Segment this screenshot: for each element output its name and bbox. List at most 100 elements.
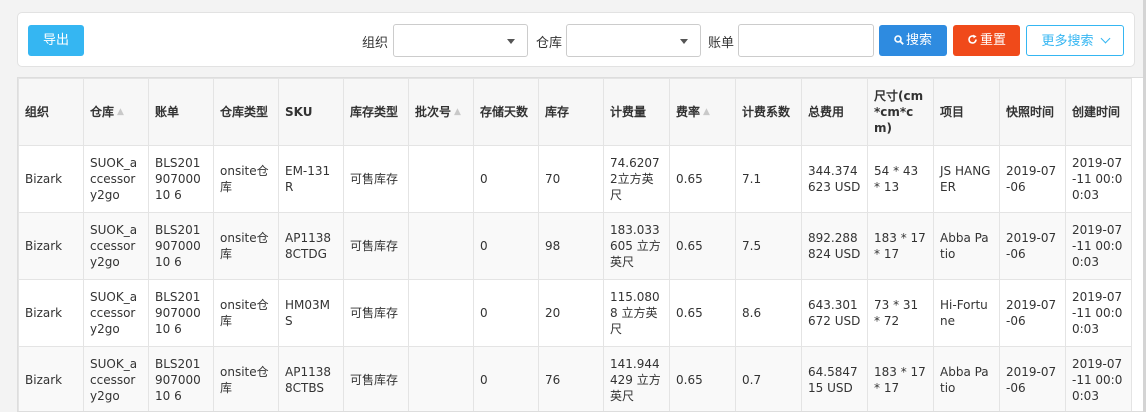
column-header-label: 账单 [155, 105, 180, 119]
table-cell: 可售库存 [343, 212, 409, 280]
column-header: 存储天数 [473, 78, 539, 146]
column-header[interactable]: 费率 ▲ [669, 78, 736, 146]
table-cell [408, 145, 474, 213]
table-cell: 2019-07-06 [999, 145, 1066, 213]
table-cell: 2019-07-06 [999, 212, 1066, 280]
table-cell: onsite仓库 [213, 145, 279, 213]
table-row[interactable]: Bizark SUOK_accessory2go BLS20190700010 6o… [18, 346, 1132, 411]
table-cell: Bizark [18, 145, 84, 213]
table-cell: 0.65 [669, 346, 736, 411]
table-header-row: 组织 仓库 ▲ 账单 仓库类型 SKU 库存类型 批次号 ▲ 存储天数 库存 计费量 费率 ▲ 计费系数 总费… [18, 78, 1132, 146]
more-search-button[interactable]: 更多搜索 [1026, 25, 1124, 56]
chevron-down-icon [507, 39, 515, 44]
filter-toolbar: 导出 组织 仓库 账单 搜索 重置 更多搜索 [17, 12, 1135, 67]
search-button[interactable]: 搜索 [879, 25, 947, 56]
column-header-label: 总费用 [808, 105, 845, 119]
table-cell: 20 [538, 279, 604, 347]
table-cell: AP11388CTBS [278, 346, 344, 411]
table-row[interactable]: Bizark SUOK_accessory2go BLS20190700010 6o… [18, 145, 1132, 213]
table-cell: BLS20190700010 6 [148, 212, 214, 280]
column-header-label: 计费系数 [742, 105, 791, 119]
column-header-label: 计费量 [610, 105, 647, 119]
column-header[interactable]: 仓库 ▲ [83, 78, 149, 146]
column-header: 计费系数 [735, 78, 802, 146]
table-cell: Bizark [18, 212, 84, 280]
table-cell: 8.6 [735, 279, 802, 347]
page: 导出 组织 仓库 账单 搜索 重置 更多搜索 组织 仓库 ▲ 账单 仓库类型 S… [0, 0, 1146, 412]
column-header: 总费用 [801, 78, 868, 146]
table-cell: 64.584715 USD [801, 346, 868, 411]
table-body: Bizark SUOK_accessory2go BLS20190700010 6o… [18, 145, 1132, 411]
export-button[interactable]: 导出 [28, 25, 84, 56]
column-header: 计费量 [603, 78, 670, 146]
table-cell: onsite仓库 [213, 279, 279, 347]
table-cell: onsite仓库 [213, 346, 279, 411]
table-cell: 0.65 [669, 145, 736, 213]
table-cell: 2019-07-06 [999, 346, 1066, 411]
column-header-label: 存储天数 [480, 105, 529, 119]
table-cell: 0.7 [735, 346, 802, 411]
table-cell: 183 * 17 * 17 [867, 212, 934, 280]
column-header-label: 费率 [676, 104, 701, 119]
table-cell: onsite仓库 [213, 212, 279, 280]
table-cell: Hi-Fortune [933, 279, 1000, 347]
column-header: 库存 [538, 78, 604, 146]
table-row[interactable]: Bizark SUOK_accessory2go BLS20190700010 6o… [18, 279, 1132, 347]
table-cell: SUOK_accessory2go [83, 145, 149, 213]
table-cell: 2019-07-11 00:00:03 [1065, 346, 1132, 411]
table-cell: 344.374623 USD [801, 145, 868, 213]
table-cell: HM03MS [278, 279, 344, 347]
table-cell: BLS20190700010 6 [148, 346, 214, 411]
table-cell: 0 [473, 145, 539, 213]
sort-icon[interactable]: ▲ [703, 104, 710, 120]
table-cell: 可售库存 [343, 145, 409, 213]
column-header-label: 尺寸(cm*cm*cm) [874, 89, 924, 135]
table-cell [408, 346, 474, 411]
column-header-label: 创建时间 [1072, 105, 1121, 119]
table-cell: 892.288824 USD [801, 212, 868, 280]
table-cell: 0 [473, 279, 539, 347]
column-header-label: 库存类型 [350, 105, 399, 119]
chevron-down-icon [1100, 33, 1110, 44]
warehouse-select[interactable] [566, 24, 701, 57]
table-cell: 643.301672 USD [801, 279, 868, 347]
table-cell: 0 [473, 212, 539, 280]
sort-icon[interactable]: ▲ [454, 104, 461, 120]
org-select[interactable] [393, 24, 528, 57]
column-header[interactable]: 批次号 ▲ [408, 78, 474, 146]
table-cell: 74.62072立方英尺 [603, 145, 670, 213]
search-button-label: 搜索 [905, 33, 932, 48]
reset-button[interactable]: 重置 [953, 25, 1020, 56]
column-header-label: 批次号 [415, 104, 452, 119]
table-cell [408, 279, 474, 347]
column-header: 创建时间 [1065, 78, 1132, 146]
table-cell: BLS20190700010 6 [148, 279, 214, 347]
table-cell: 2019-07-11 00:00:03 [1065, 212, 1132, 280]
table-cell: 7.1 [735, 145, 802, 213]
table-cell: AP11388CTDG [278, 212, 344, 280]
column-header: 账单 [148, 78, 214, 146]
column-header-label: 项目 [940, 105, 965, 119]
table-row[interactable]: Bizark SUOK_accessory2go BLS20190700010 6o… [18, 212, 1132, 280]
bill-input[interactable] [738, 24, 874, 57]
table-cell: 2019-07-11 00:00:03 [1065, 145, 1132, 213]
org-label: 组织 [362, 36, 389, 51]
table-cell [408, 212, 474, 280]
table-cell: JS HANGER [933, 145, 1000, 213]
table-cell: EM-131R [278, 145, 344, 213]
table-cell: 可售库存 [343, 279, 409, 347]
column-header: SKU [278, 78, 344, 146]
table-cell: 2019-07-06 [999, 279, 1066, 347]
data-table-container: 组织 仓库 ▲ 账单 仓库类型 SKU 库存类型 批次号 ▲ 存储天数 库存 计费量 费率 ▲ 计费系数 总费… [17, 77, 1146, 412]
table-cell: 2019-07-11 00:00:03 [1065, 279, 1132, 347]
table-cell: 0.65 [669, 212, 736, 280]
table-cell: Abba Patio [933, 346, 1000, 411]
column-header: 仓库类型 [213, 78, 279, 146]
column-header: 组织 [18, 78, 84, 146]
column-header: 库存类型 [343, 78, 409, 146]
sort-icon[interactable]: ▲ [117, 104, 124, 120]
reset-button-label: 重置 [979, 33, 1006, 48]
column-header-label: 库存 [545, 105, 570, 119]
chevron-down-icon [680, 39, 688, 44]
table-cell: Bizark [18, 346, 84, 411]
